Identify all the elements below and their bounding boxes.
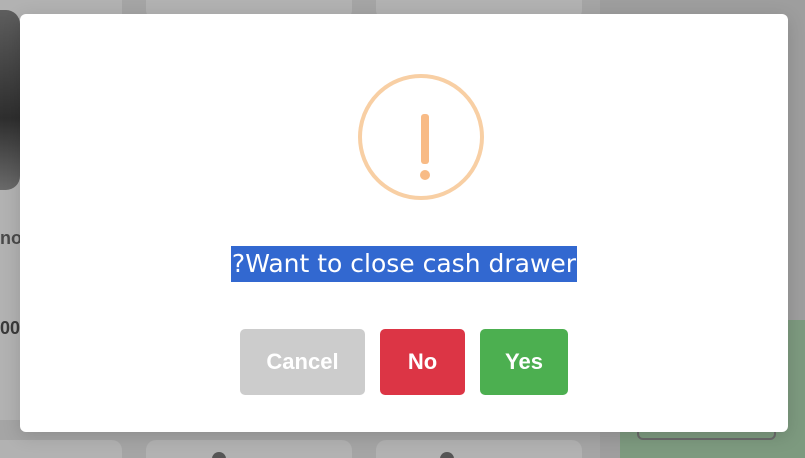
bg-product-card [146,440,352,458]
bg-product-name-fragment: no [0,228,22,248]
confirm-dialog: Want to close cash drawer? Cancel No Yes [20,14,788,432]
dialog-message: Want to close cash drawer? [20,246,788,282]
bg-product-card [376,440,582,458]
exclamation-bar [421,114,429,164]
exclamation-dot [420,170,430,180]
bg-product-card [0,440,122,458]
bg-product-price-fragment: 00 [0,318,21,338]
cancel-button[interactable]: Cancel [240,329,365,395]
dialog-message-text: Want to close cash drawer? [230,246,578,282]
yes-button[interactable]: Yes [480,329,568,395]
no-button[interactable]: No [380,329,465,395]
bg-product-image [0,10,20,190]
exclamation-warning-icon [358,74,484,200]
